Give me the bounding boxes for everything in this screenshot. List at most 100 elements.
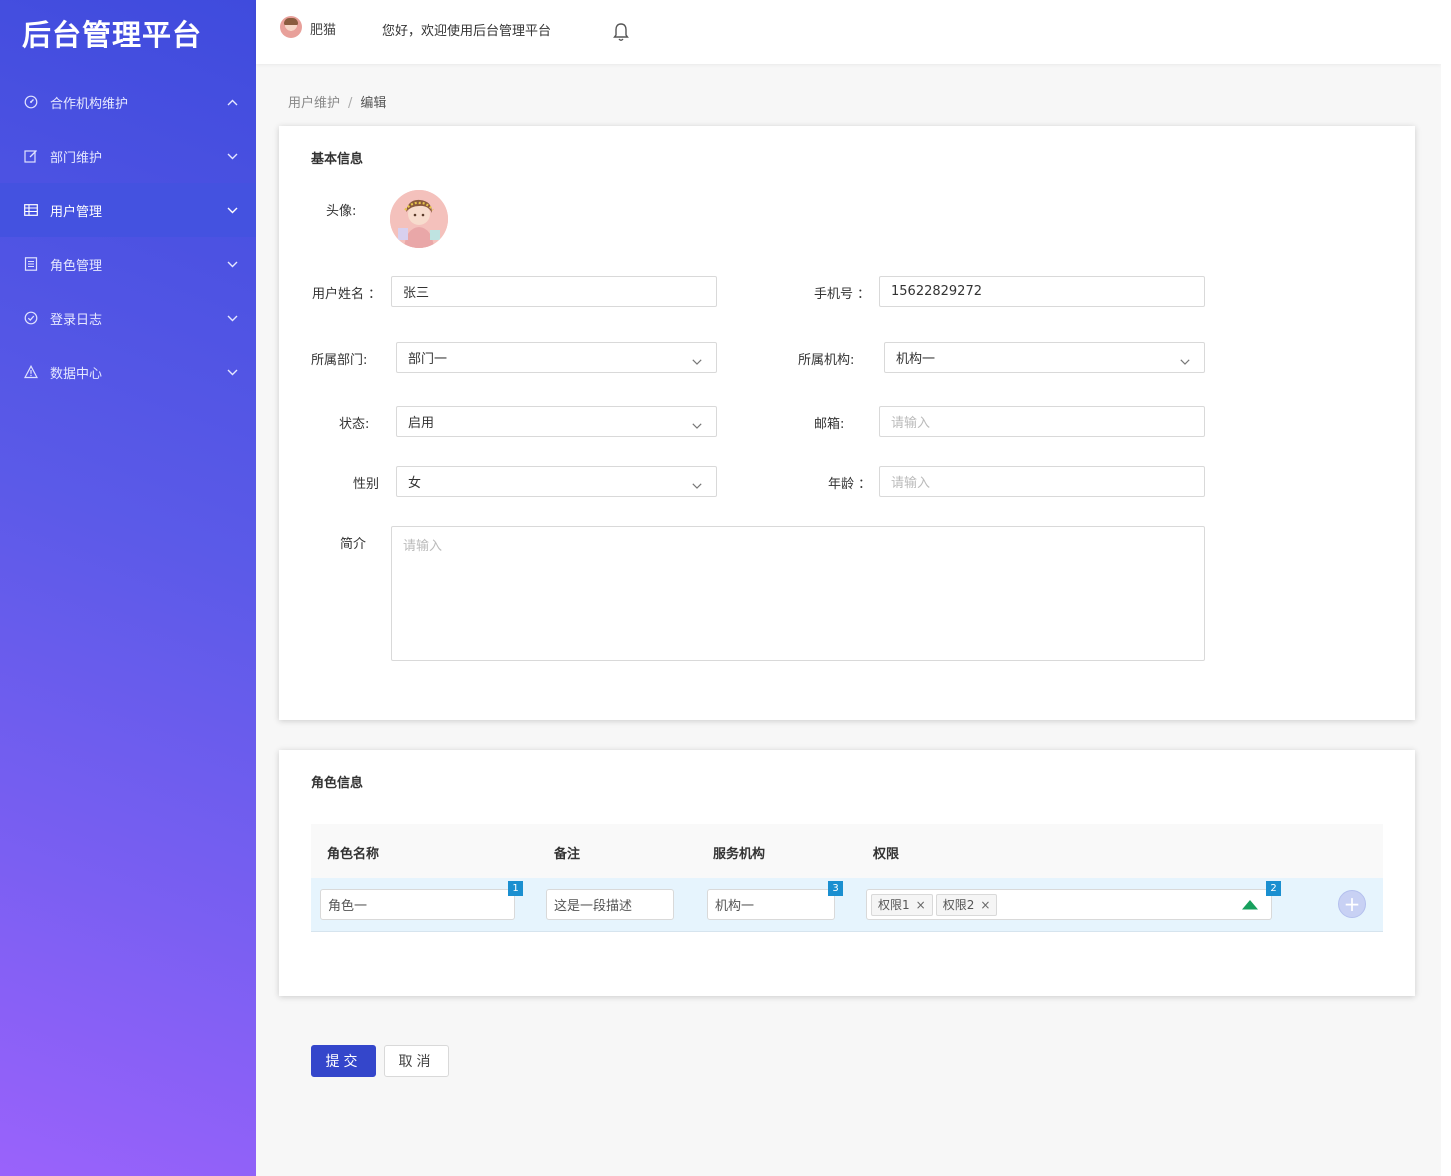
gender-select[interactable]: 女 [396, 466, 717, 497]
chevron-up-icon [227, 95, 238, 110]
bell-icon[interactable] [612, 22, 630, 46]
service-org-input[interactable]: 机构一 [707, 889, 835, 920]
age-label: 年龄 ： [828, 477, 872, 492]
column-header-remark: 备注 [554, 847, 581, 862]
remark-input[interactable]: 这是一段描述 [546, 889, 674, 920]
dashboard-icon [24, 95, 38, 109]
user-avatar[interactable] [280, 16, 302, 38]
breadcrumb-separator: / [348, 96, 353, 111]
permission-badge: 2 [1266, 881, 1281, 896]
name-input-value: 张三 [403, 286, 430, 301]
plus-icon: + [1343, 892, 1361, 916]
welcome-message: 您好，欢迎使用后台管理平台 [382, 24, 552, 39]
page-right-edge [1441, 0, 1451, 1176]
department-select-value: 部门一 [408, 352, 448, 367]
top-header: 肥猫 您好，欢迎使用后台管理平台 [256, 0, 1441, 64]
status-label: 状态: [339, 417, 370, 432]
phone-label: 手机号 ： [814, 287, 871, 302]
role-info-card: 角色信息 角色名称 备注 服务机构 权限 角色一 1 这是一段描述 机构一 3 … [279, 750, 1415, 996]
sidebar: 后台管理平台 合作机构维护 部门维护 用户管理 角色管理 登录日志 数据中心 [0, 0, 256, 1176]
permission-multiselect[interactable]: 权限1 × 权限2 × [866, 889, 1272, 920]
triangle-up-icon[interactable] [1241, 899, 1259, 914]
chevron-down-icon [692, 478, 702, 493]
column-header-service-org: 服务机构 [713, 847, 766, 862]
chevron-down-icon [227, 149, 238, 164]
email-input[interactable]: 请输入 [879, 406, 1205, 437]
permission-tag-label: 权限2 [942, 898, 975, 912]
chevron-down-icon [692, 354, 702, 369]
document-icon [24, 257, 38, 271]
edit-icon [24, 149, 38, 163]
intro-label: 简介 [340, 537, 367, 552]
chevron-down-icon [692, 418, 702, 433]
role-name-value: 角色一 [328, 899, 368, 914]
age-placeholder: 请输入 [891, 476, 931, 491]
table-row: 角色一 1 这是一段描述 机构一 3 权限1 × 权限2 × 2 + [311, 878, 1383, 932]
organization-select[interactable]: 机构一 [884, 342, 1205, 373]
sidebar-item-role-management[interactable]: 角色管理 [0, 237, 256, 291]
intro-textarea[interactable]: 请输入 [391, 526, 1205, 661]
sidebar-item-user-management[interactable]: 用户管理 [0, 183, 256, 237]
cancel-button[interactable]: 取消 [384, 1045, 449, 1077]
sidebar-item-label: 用户管理 [50, 204, 103, 220]
chevron-down-icon [1180, 354, 1190, 369]
breadcrumb-parent[interactable]: 用户维护 [288, 96, 340, 111]
phone-input-value: 15622829272 [891, 284, 982, 299]
basic-info-card: 基本信息 头像: 用户姓名 ： 张三 手机号 ： 15622829272 所属部… [279, 126, 1415, 720]
submit-button[interactable]: 提交 [311, 1045, 376, 1077]
gender-select-value: 女 [408, 476, 422, 491]
permission-tag: 权限2 × [935, 893, 998, 916]
chevron-down-icon [227, 203, 238, 218]
breadcrumb: 用户维护 / 编辑 [288, 92, 386, 111]
organization-select-value: 机构一 [896, 352, 936, 367]
role-name-badge: 1 [508, 881, 523, 896]
table-icon [24, 203, 38, 217]
permission-tag: 权限1 × [871, 893, 933, 916]
name-input[interactable]: 张三 [391, 276, 717, 307]
column-header-permission: 权限 [873, 847, 900, 862]
status-select-value: 启用 [408, 416, 435, 431]
check-circle-icon [24, 311, 38, 325]
remark-value: 这是一段描述 [554, 899, 633, 914]
chevron-down-icon [227, 311, 238, 326]
chevron-down-icon [227, 257, 238, 272]
sidebar-item-partner-org[interactable]: 合作机构维护 [0, 75, 256, 129]
sidebar-item-label: 数据中心 [50, 366, 103, 382]
sidebar-item-data-center[interactable]: 数据中心 [0, 345, 256, 399]
department-label: 所属部门: [311, 353, 368, 368]
department-select[interactable]: 部门一 [396, 342, 717, 373]
avatar-label: 头像: [326, 204, 357, 219]
status-select[interactable]: 启用 [396, 406, 717, 437]
sidebar-item-department[interactable]: 部门维护 [0, 129, 256, 183]
email-placeholder: 请输入 [891, 416, 931, 431]
sidebar-item-login-log[interactable]: 登录日志 [0, 291, 256, 345]
sidebar-item-label: 角色管理 [50, 258, 103, 274]
role-name-input[interactable]: 角色一 [320, 889, 515, 920]
section-title: 基本信息 [311, 152, 364, 167]
age-input[interactable]: 请输入 [879, 466, 1205, 497]
phone-input[interactable]: 15622829272 [879, 276, 1205, 307]
section-title: 角色信息 [311, 776, 364, 791]
sidebar-item-label: 登录日志 [50, 312, 103, 328]
close-icon[interactable]: × [916, 898, 926, 912]
breadcrumb-current: 编辑 [360, 96, 387, 111]
name-label: 用户姓名 ： [312, 287, 382, 302]
column-header-role-name: 角色名称 [327, 847, 380, 862]
permission-tag-label: 权限1 [878, 898, 910, 912]
gender-label: 性别 [353, 477, 380, 492]
warning-icon [24, 365, 38, 379]
app-logo-title: 后台管理平台 [22, 18, 203, 52]
sidebar-item-label: 合作机构维护 [50, 96, 129, 112]
organization-label: 所属机构: [798, 353, 855, 368]
intro-placeholder: 请输入 [403, 539, 443, 554]
add-row-button[interactable]: + [1338, 890, 1366, 918]
user-name[interactable]: 肥猫 [310, 19, 336, 38]
service-org-value: 机构一 [715, 899, 755, 914]
sidebar-menu: 合作机构维护 部门维护 用户管理 角色管理 登录日志 数据中心 [0, 75, 256, 399]
service-org-badge: 3 [828, 881, 843, 896]
sidebar-item-label: 部门维护 [50, 150, 103, 166]
user-avatar-large[interactable] [390, 190, 448, 248]
chevron-down-icon [227, 365, 238, 380]
close-icon[interactable]: × [980, 898, 990, 912]
email-label: 邮箱: [814, 417, 845, 432]
